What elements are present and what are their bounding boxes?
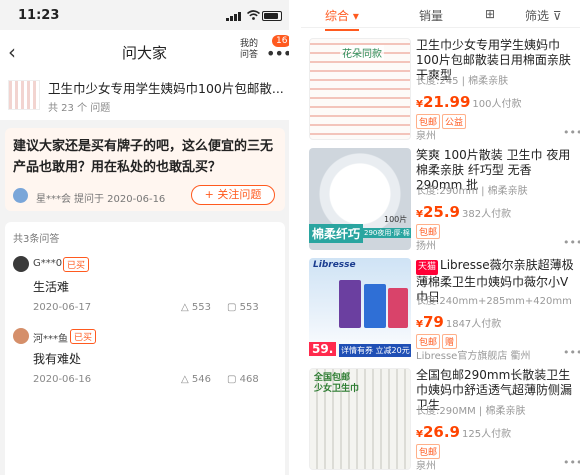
answer-text: 我有难处 (33, 352, 82, 366)
sold-count: 1847人付款 (445, 319, 502, 330)
price-line: ¥26.9 125人付款 (416, 422, 511, 441)
more-icon[interactable]: ••• (563, 126, 580, 139)
product-card[interactable]: 花朵同款 卫生巾少女专用学生姨妈巾100片包邮散装日用棉面亲肤干爽型 长度:24… (301, 38, 580, 146)
product-image: 全国包邮 少女卫生巾 (309, 368, 411, 470)
image-label: 全国包邮 少女卫生巾 (314, 373, 360, 394)
price-line: ¥25.9 382人付款 (416, 202, 511, 221)
like-button[interactable]: △ 553 (181, 302, 211, 313)
answer-date: 2020-06-17 (33, 302, 92, 313)
avatar (13, 256, 29, 272)
question-text: 建议大家还是买有牌子的吧，这么便宜的三无产品也敢用？用在私处的也敢乱买？ (13, 139, 274, 175)
comment-count: 468 (239, 374, 259, 385)
status-bar: 11:23 (0, 0, 289, 30)
tab-comprehensive[interactable]: 综合 ▾ (325, 7, 359, 31)
layout-toggle-icon[interactable]: ⊞ (485, 7, 495, 21)
asker-info: 星***会 提问于 2020-06-16 (33, 190, 165, 205)
filter-bar: 综合 ▾ 销量 ⊞ 筛选 ⊽ (301, 0, 580, 31)
search-results-screen: 综合 ▾ 销量 ⊞ 筛选 ⊽ 花朵同款 卫生巾少女专用学生姨妈巾100片包邮散装… (301, 0, 580, 475)
answer-item: 河***鱼 已买 我有难处 2020-06-16 △ 546 ▢ 468 (5, 324, 285, 424)
tmall-badge: 天猫 (416, 260, 439, 275)
tab-sales[interactable]: 销量 (419, 7, 443, 24)
product-pack-red (388, 288, 408, 328)
more-icon[interactable]: ••• (563, 456, 580, 469)
like-button[interactable]: △ 546 (181, 374, 211, 385)
qa-screen: 11:23 ‹ 问大家 我的 问答 ••• 16 卫生巾少女专用学生姨妈巾100… (0, 0, 289, 475)
like-count: 546 (191, 374, 211, 385)
product-price: ¥26.9 (416, 423, 460, 441)
location: 泉州 (416, 131, 436, 142)
product-pack-blue (364, 284, 386, 328)
signal-icon (226, 12, 241, 21)
comment-button[interactable]: ▢ 468 (227, 374, 259, 385)
product-spec: 长度:240mm+285mm+420mm (416, 296, 572, 307)
comment-button[interactable]: ▢ 553 (227, 302, 259, 313)
bought-tag: 已买 (63, 257, 90, 272)
product-price: ¥79 (416, 313, 444, 331)
answer-date: 2020-06-16 (33, 374, 92, 385)
location: 泉州 (416, 461, 436, 472)
product-summary[interactable]: 卫生巾少女专用学生姨妈巾100片包邮散... 共 23 个 问题 (0, 74, 289, 120)
wifi-icon (247, 10, 260, 20)
battery-icon (262, 11, 282, 21)
answer-user: G***0 (33, 258, 63, 269)
product-price: ¥25.9 (416, 203, 460, 221)
asked-date: 提问于 2020-06-16 (74, 194, 166, 205)
product-card[interactable]: Libresse 59. 详情有券 立减20元 天猫 Libresse薇尔亲肤超薄… (301, 258, 580, 366)
price-line: ¥79 1847人付款 (416, 312, 501, 331)
comment-count: 553 (239, 302, 259, 313)
product-spec: 长度:245 | 棉柔亲肤 (416, 76, 509, 87)
like-count: 553 (191, 302, 211, 313)
product-spec: 长度:290MM | 棉柔亲肤 (416, 406, 526, 417)
bought-tag: 已买 (70, 329, 97, 344)
question-count: 共 23 个 问题 (48, 103, 111, 114)
image-count-label: 100片 (384, 215, 408, 224)
status-time: 11:23 (18, 8, 60, 23)
my-questions-button[interactable]: 我的 问答 (240, 39, 258, 61)
answer-count: 共3条问答 (13, 234, 60, 245)
badge-charity: 公益 (442, 114, 467, 129)
product-pack-purple (339, 280, 361, 328)
answer-text: 生活难 (33, 280, 70, 294)
nav-bar: ‹ 问大家 我的 问答 ••• 16 (0, 30, 289, 74)
product-card[interactable]: 全国包邮 少女卫生巾 全国包邮290mm长散装卫生巾姨妈巾舒适透气超薄防侧漏卫生… (301, 368, 580, 475)
answers-panel: 共3条问答 G***0 已买 生活难 2020-06-17 △ 553 ▢ 55… (5, 222, 285, 475)
question-card: 建议大家还是买有牌子的吧，这么便宜的三无产品也敢用？用在私处的也敢乱买？ 星**… (5, 128, 285, 211)
image-label: 花朵同款 (340, 45, 384, 60)
more-icon[interactable]: ••• (563, 346, 580, 359)
asker-name: 星***会 (36, 194, 71, 205)
image-label: 棉柔纤巧 (309, 224, 364, 243)
sold-count: 382人付款 (461, 209, 512, 220)
sold-count: 125人付款 (461, 429, 512, 440)
product-thumbnail (8, 80, 40, 110)
image-sub-label: 290夜用·厚·棉 (363, 228, 411, 238)
product-price: ¥21.99 (416, 93, 471, 111)
image-brand: Libresse (313, 260, 356, 270)
product-image: Libresse 59. 详情有券 立减20元 (309, 258, 411, 360)
answer-user: 河***鱼 (33, 334, 68, 345)
tab-filter[interactable]: 筛选 ⊽ (525, 7, 562, 24)
product-card[interactable]: 棉柔纤巧 290夜用·厚·棉 100片 笑爽 100片散装 卫生巾 夜用 棉柔亲… (301, 148, 580, 256)
price-line: ¥21.99 100人付款 (416, 92, 522, 111)
product-image: 棉柔纤巧 290夜用·厚·棉 100片 (309, 148, 411, 250)
product-image: 花朵同款 (309, 38, 411, 140)
location: 扬州 (416, 241, 436, 252)
more-icon[interactable]: ••• (563, 236, 580, 249)
notification-badge: 16 (272, 35, 289, 47)
divider (289, 0, 301, 475)
product-spec: 长度:290mm | 棉柔亲肤 (416, 186, 528, 197)
avatar (13, 328, 29, 344)
asker-avatar (13, 188, 28, 203)
location: Libresse官方旗舰店 衢州 (416, 351, 531, 362)
sold-count: 100人付款 (472, 99, 522, 110)
image-promo: 详情有券 立减20元 (339, 344, 411, 357)
product-title: 卫生巾少女专用学生姨妈巾100片包邮散... (48, 81, 283, 96)
image-price: 59. (309, 342, 337, 356)
follow-question-button[interactable]: + 关注问题 (191, 185, 275, 205)
